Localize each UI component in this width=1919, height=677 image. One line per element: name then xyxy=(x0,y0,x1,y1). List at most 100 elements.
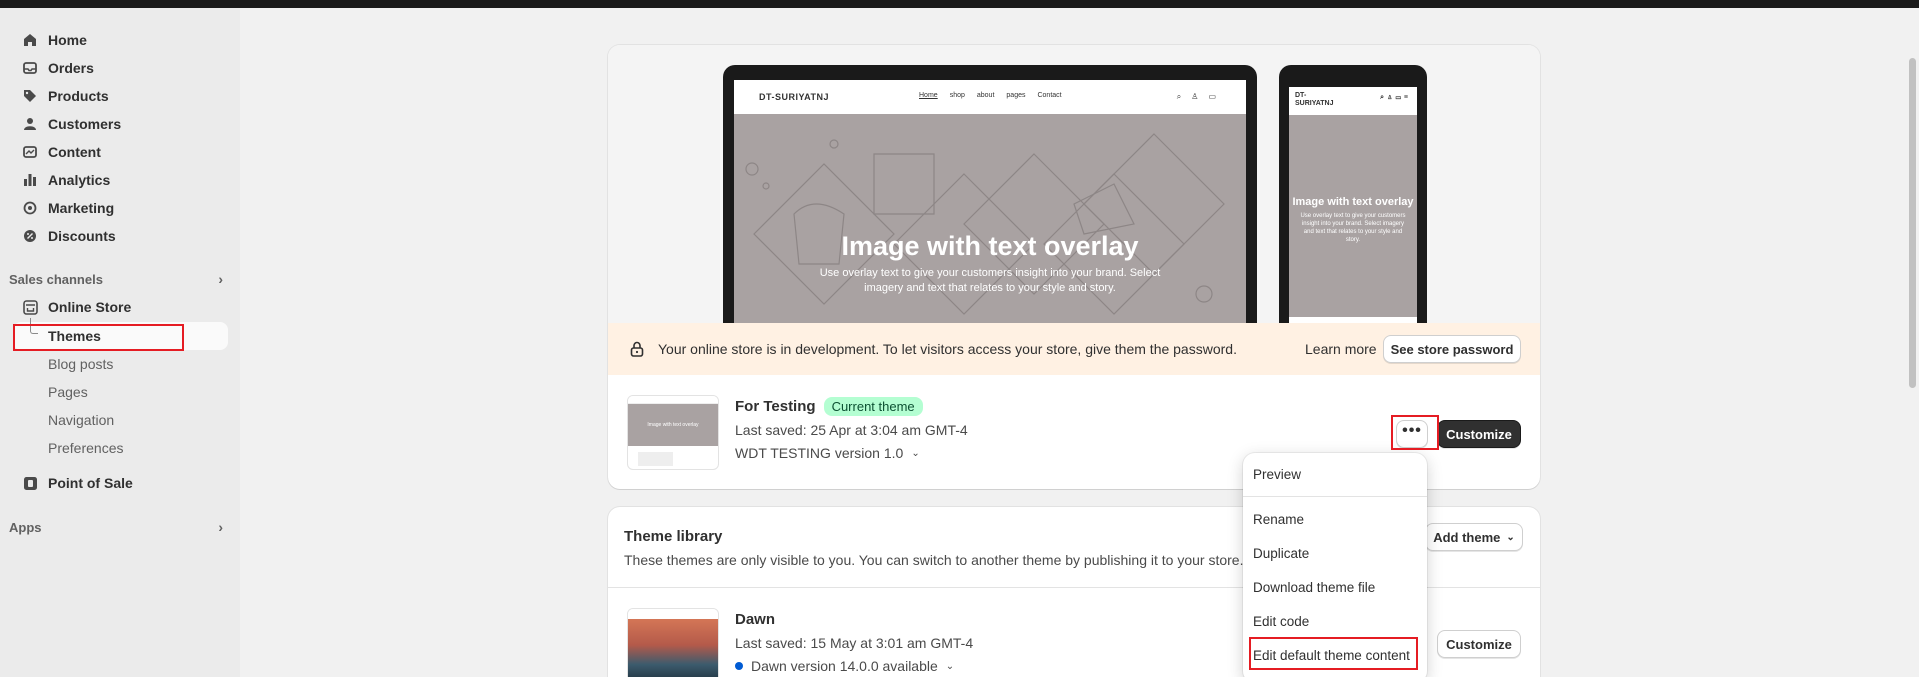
thumb-hero: Image with text overlay xyxy=(628,404,718,446)
sidebar-item-blog-posts[interactable]: Blog posts xyxy=(48,352,113,376)
development-banner: Your online store is in development. To … xyxy=(608,323,1540,375)
content-icon xyxy=(22,144,38,160)
theme-library-title: Theme library xyxy=(624,528,723,545)
desktop-preview: DT-SURIYATNJ Home shop about pages Conta… xyxy=(723,65,1257,323)
store-header: DT-SURIYATNJ Home shop about pages Conta… xyxy=(734,80,1246,114)
store-nav-home: Home xyxy=(919,92,938,99)
sidebar-item-orders[interactable]: Orders xyxy=(22,55,94,81)
dawn-version-row[interactable]: Dawn version 14.0.0 available ⌄ xyxy=(735,658,954,674)
menu-item-duplicate[interactable]: Duplicate xyxy=(1253,539,1309,567)
chevron-down-icon: ⌄ xyxy=(911,447,920,459)
lock-icon xyxy=(630,341,644,357)
theme-actions-menu: Preview Rename Duplicate Download theme … xyxy=(1243,453,1427,677)
orders-icon xyxy=(22,60,38,76)
dawn-theme-thumbnail xyxy=(627,608,719,677)
current-theme-version-row[interactable]: WDT TESTING version 1.0 ⌄ xyxy=(735,445,920,461)
add-theme-label: Add theme xyxy=(1433,529,1501,545)
add-theme-button[interactable]: Add theme ⌄ xyxy=(1425,523,1523,551)
sidebar-item-online-store[interactable]: Online Store xyxy=(22,294,131,320)
dawn-last-saved: Last saved: 15 May at 3:01 am GMT-4 xyxy=(735,635,974,651)
customize-current-button[interactable]: Customize xyxy=(1437,420,1521,448)
dawn-version: Dawn version 14.0.0 available xyxy=(751,658,938,674)
mobile-header-icons: ⌕♙▭≡ xyxy=(1380,94,1411,101)
sidebar-item-content[interactable]: Content xyxy=(22,139,101,165)
current-theme-badge: Current theme xyxy=(823,397,923,416)
store-icon xyxy=(22,299,38,315)
ellipsis-icon: ••• xyxy=(1402,422,1422,439)
menu-item-download[interactable]: Download theme file xyxy=(1253,573,1375,601)
sidebar-item-label: Marketing xyxy=(48,200,115,216)
current-theme-card: DT-SURIYATNJ Home shop about pages Conta… xyxy=(608,45,1540,489)
more-actions-button[interactable]: ••• xyxy=(1396,420,1428,448)
thumb-header xyxy=(628,396,718,404)
sidebar-item-label: Home xyxy=(48,32,87,48)
sidebar-item-label: Customers xyxy=(48,116,122,132)
store-nav: Home shop about pages Contact xyxy=(919,92,1062,99)
mobile-hero-text: Use overlay text to give your customers … xyxy=(1300,213,1406,243)
menu-item-edit-default-content[interactable]: Edit default theme content xyxy=(1253,641,1410,669)
sidebar-item-home[interactable]: Home xyxy=(22,27,87,53)
see-store-password-button[interactable]: See store password xyxy=(1383,335,1521,363)
store-logo: DT-SURIYATNJ xyxy=(759,92,830,102)
sidebar-item-discounts[interactable]: Discounts xyxy=(22,223,116,249)
hero-text: Use overlay text to give your customers … xyxy=(819,267,1161,294)
dawn-theme-name: Dawn xyxy=(735,611,776,628)
home-icon xyxy=(22,32,38,48)
menu-item-edit-code[interactable]: Edit code xyxy=(1253,607,1309,635)
banner-text: Your online store is in development. To … xyxy=(658,341,1237,357)
mobile-hero-title: Image with text overlay xyxy=(1292,196,1414,208)
chevron-right-icon: › xyxy=(218,519,223,535)
current-theme-name: For Testing xyxy=(735,398,816,415)
hero-title: Image with text overlay xyxy=(841,231,1139,261)
sidebar-item-label: Point of Sale xyxy=(48,475,133,491)
themes-active-bg xyxy=(13,322,228,350)
apps-header[interactable]: Apps › xyxy=(9,519,223,535)
current-theme-thumbnail: Image with text overlay xyxy=(627,395,719,470)
learn-more-link[interactable]: Learn more xyxy=(1305,341,1377,357)
thumb-block xyxy=(638,452,673,466)
current-theme-title-row: For Testing Current theme xyxy=(735,397,923,416)
account-icon: ♙ xyxy=(1191,92,1199,101)
sidebar-item-label: Online Store xyxy=(48,299,132,315)
current-theme-last-saved: Last saved: 25 Apr at 3:04 am GMT-4 xyxy=(735,422,968,438)
store-nav-shop: shop xyxy=(949,92,965,99)
theme-preview: DT-SURIYATNJ Home shop about pages Conta… xyxy=(608,45,1540,323)
sidebar-item-preferences[interactable]: Preferences xyxy=(48,436,123,460)
customize-dawn-button[interactable]: Customize xyxy=(1437,630,1521,658)
tree-connector xyxy=(30,318,38,334)
desktop-screen: DT-SURIYATNJ Home shop about pages Conta… xyxy=(734,80,1246,323)
sidebar-item-pages[interactable]: Pages xyxy=(48,380,88,404)
hero-banner: Image with text overlay Use overlay text… xyxy=(734,114,1246,323)
sales-channels-label: Sales channels xyxy=(9,271,103,287)
sidebar-item-marketing[interactable]: Marketing xyxy=(22,195,114,221)
sidebar-item-analytics[interactable]: Analytics xyxy=(22,167,110,193)
scrollbar-thumb[interactable] xyxy=(1909,58,1916,388)
menu-item-rename[interactable]: Rename xyxy=(1253,505,1304,533)
sidebar-item-point-of-sale[interactable]: Point of Sale xyxy=(22,470,133,496)
sidebar-item-label: Analytics xyxy=(48,172,111,188)
sidebar-item-products[interactable]: Products xyxy=(22,83,109,109)
dawn-thumb-header xyxy=(628,609,718,619)
scrollbar[interactable] xyxy=(1905,8,1919,677)
sales-channels-header[interactable]: Sales channels › xyxy=(9,271,223,287)
menu-separator xyxy=(1243,496,1427,497)
chevron-down-icon: ⌄ xyxy=(1506,531,1515,543)
update-dot-icon xyxy=(735,662,743,670)
chevron-right-icon: › xyxy=(218,271,223,287)
top-bar xyxy=(0,0,1919,8)
mobile-hero: Image with text overlay Use overlay text… xyxy=(1289,115,1417,317)
theme-library-description: These themes are only visible to you. Yo… xyxy=(624,552,1244,568)
sidebar-item-navigation[interactable]: Navigation xyxy=(48,408,114,432)
current-theme-version: WDT TESTING version 1.0 xyxy=(735,445,904,461)
pos-icon xyxy=(22,475,38,491)
sidebar-item-label: Content xyxy=(48,144,101,160)
discount-icon xyxy=(22,228,38,244)
sidebar-item-themes[interactable]: Themes xyxy=(48,324,101,348)
apps-label: Apps xyxy=(9,519,42,535)
store-icons: ⌕ ♙ ▭ xyxy=(1177,92,1216,102)
mobile-preview: DT- SURIYATNJ ⌕♙▭≡ Image with text overl… xyxy=(1279,65,1427,323)
target-icon xyxy=(22,200,38,216)
sidebar-item-customers[interactable]: Customers xyxy=(22,111,121,137)
bar-chart-icon xyxy=(22,172,38,188)
menu-item-preview[interactable]: Preview xyxy=(1253,460,1301,488)
